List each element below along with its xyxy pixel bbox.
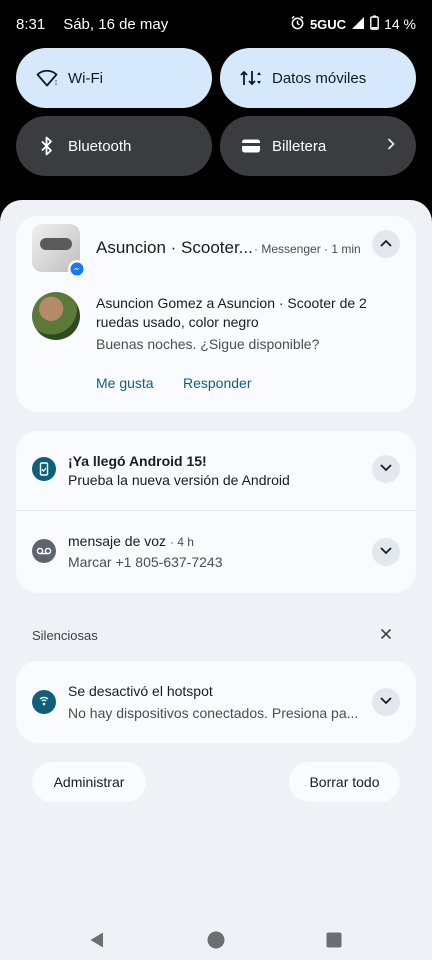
tile-label: Billetera — [272, 137, 327, 155]
alarm-icon — [290, 15, 305, 33]
notification-hotspot[interactable]: Se desactivó el hotspot No hay dispositi… — [16, 661, 416, 743]
mobile-data-icon — [240, 69, 262, 87]
notification-subtitle: Prueba la nueva versión de Android — [68, 472, 290, 488]
message-sender-line: Asuncion Gomez a Asuncion · Scooter de 2… — [96, 295, 367, 330]
chevron-down-icon — [379, 693, 393, 711]
chevron-up-icon — [379, 235, 393, 253]
recents-icon[interactable] — [326, 932, 342, 953]
tile-bluetooth[interactable]: Bluetooth — [16, 116, 212, 176]
notification-meta: · 4 h — [169, 535, 194, 549]
battery-icon — [370, 15, 379, 33]
chevron-right-icon — [386, 137, 396, 156]
expand-button[interactable] — [372, 538, 400, 566]
notification-messenger[interactable]: Asuncion · Scooter... · Messenger · 1 mi… — [16, 216, 416, 412]
clock: 8:31 — [16, 15, 46, 33]
bluetooth-icon — [36, 136, 58, 156]
tile-label: Bluetooth — [68, 137, 132, 155]
message-text: Buenas noches. ¿Sigue disponible? — [96, 336, 320, 352]
divider — [16, 510, 416, 511]
system-update-icon — [32, 457, 56, 481]
tile-wallet[interactable]: Billetera — [220, 116, 416, 176]
clear-all-button[interactable]: Borrar todo — [289, 762, 400, 802]
notification-title: Se desactivó el hotspot — [68, 683, 213, 699]
messenger-icon — [68, 260, 86, 278]
notification-shade: Asuncion · Scooter... · Messenger · 1 mi… — [0, 200, 432, 960]
status-icons: 5GUC 14 % — [290, 15, 416, 33]
signal-icon — [351, 16, 365, 33]
reply-action-button[interactable]: Responder — [183, 375, 252, 391]
close-icon[interactable] — [380, 627, 392, 644]
notification-subtitle: Marcar +1 805-637-7243 — [68, 554, 223, 570]
wallet-icon — [240, 138, 262, 154]
notification-app-meta: · Messenger · 1 min — [254, 242, 361, 256]
battery-percent: 14 % — [384, 16, 416, 32]
back-icon[interactable] — [89, 931, 105, 954]
chevron-down-icon — [379, 543, 393, 561]
expand-button[interactable] — [372, 688, 400, 716]
notification-title: ¡Ya llegó Android 15! — [68, 453, 207, 469]
status-bar: 8:31 Sáb, 16 de may 5GUC 14 % — [0, 0, 432, 48]
expand-button[interactable] — [372, 455, 400, 483]
home-icon[interactable] — [207, 931, 225, 954]
notification-subtitle: No hay dispositivos conectados. Presiona… — [68, 705, 359, 721]
chevron-down-icon — [379, 460, 393, 478]
scooter-image — [40, 238, 72, 250]
tile-label: Datos móviles — [272, 69, 367, 87]
navigation-bar — [0, 920, 432, 960]
notification-title: Asuncion · Scooter... — [96, 238, 253, 257]
wifi-icon — [36, 69, 58, 87]
notification-title: mensaje de voz — [68, 533, 167, 549]
voicemail-icon — [32, 539, 56, 563]
section-label: Silenciosas — [32, 628, 98, 643]
date: Sáb, 16 de may — [63, 15, 169, 33]
notification-group: ¡Ya llegó Android 15! Prueba la nueva ve… — [16, 431, 416, 593]
network-type: 5GUC — [309, 16, 347, 32]
tile-label: Wi-Fi — [68, 69, 103, 87]
tile-wifi[interactable]: Wi-Fi — [16, 48, 212, 108]
collapse-button[interactable] — [372, 230, 400, 258]
avatar — [32, 292, 80, 340]
conversation-thumbnail — [32, 224, 86, 278]
voicemail-title-row: mensaje de voz · 4 h — [68, 533, 194, 549]
like-action-button[interactable]: Me gusta — [96, 375, 154, 391]
hotspot-icon — [32, 690, 56, 714]
manage-button[interactable]: Administrar — [32, 762, 146, 802]
tile-mobile-data[interactable]: Datos móviles — [220, 48, 416, 108]
